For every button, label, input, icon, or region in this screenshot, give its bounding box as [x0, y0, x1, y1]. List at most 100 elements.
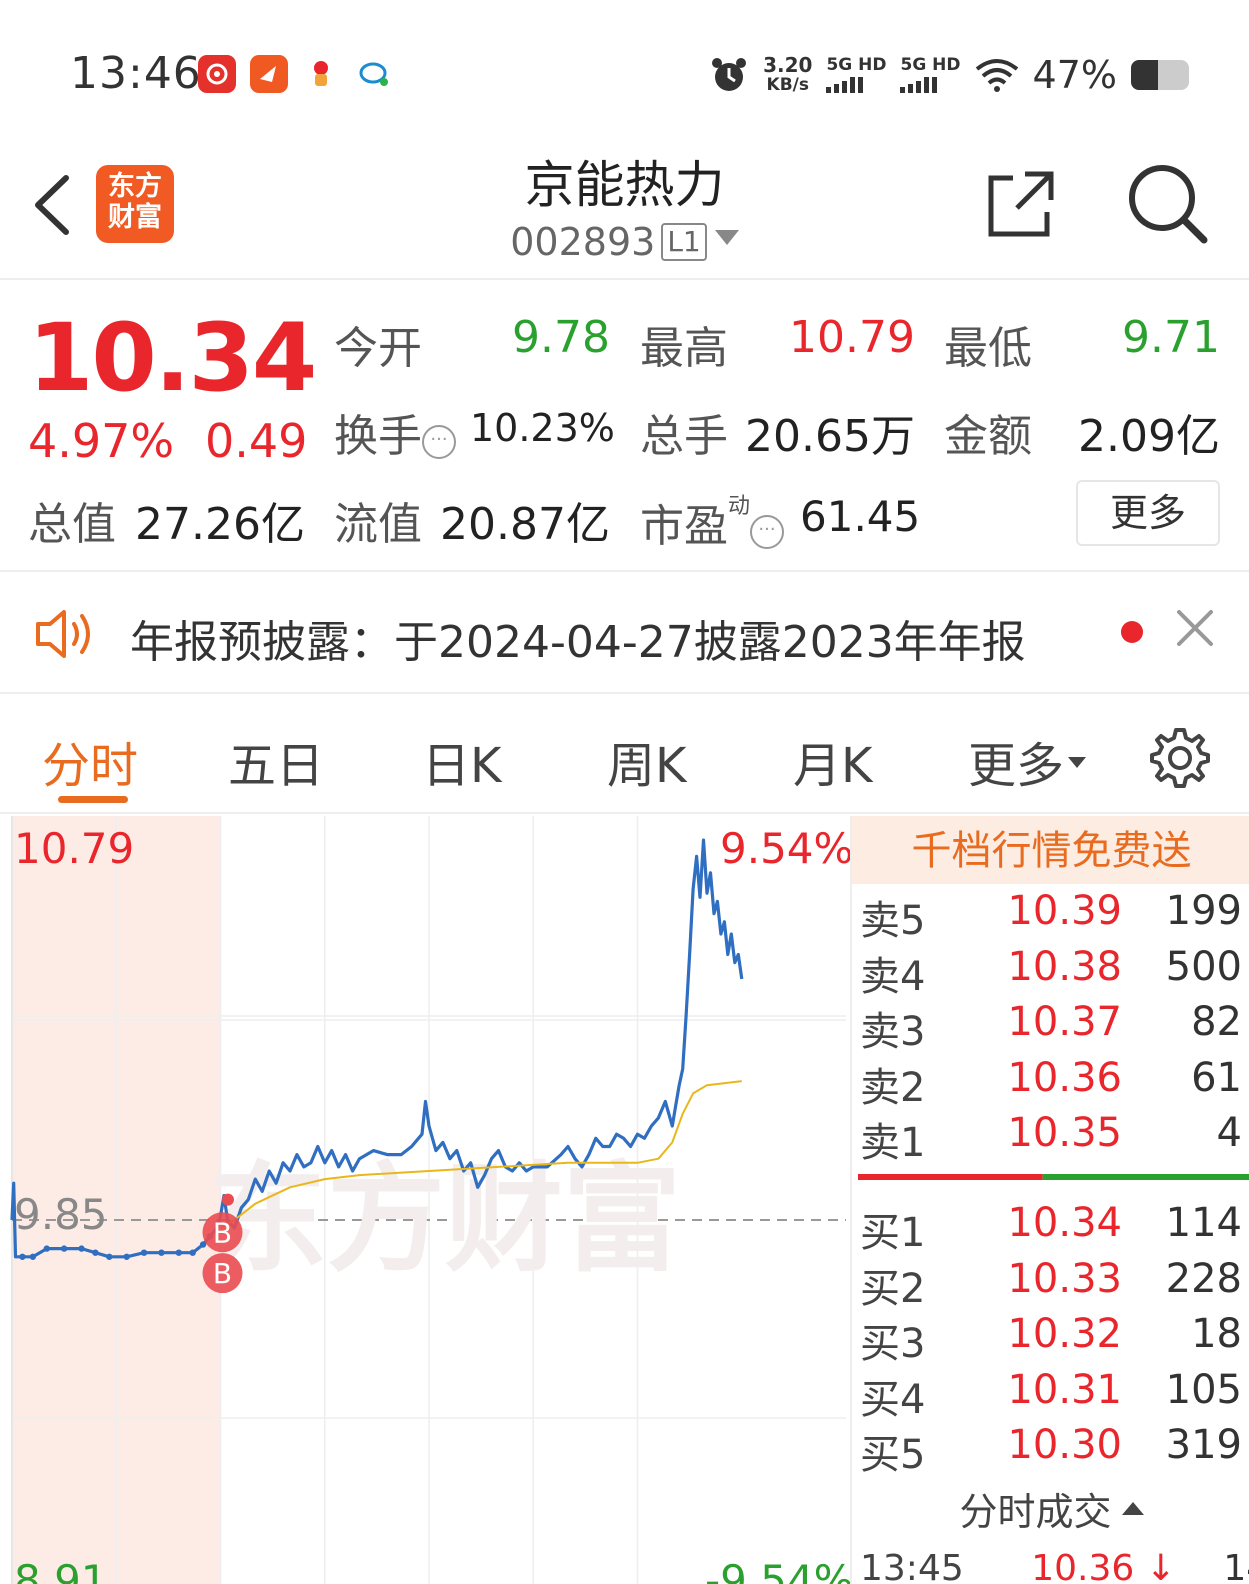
price-dot [140, 1249, 148, 1256]
battery-icon [1131, 60, 1189, 90]
stock-code-row[interactable]: 002893 L1 [0, 220, 1249, 264]
trade-row: 13:45 10.36 ↓ 14 [860, 1548, 1249, 1584]
bid-label: 买4 [860, 1376, 926, 1423]
trade-point-dot [221, 1193, 234, 1206]
buy-ratio-segment [1042, 1174, 1249, 1180]
bid-row[interactable]: 买1 10.34 114 [852, 1200, 1249, 1256]
y-top-pct: 9.54% [720, 824, 854, 873]
change-amount: 0.49 [205, 414, 308, 468]
trade-volume: 14 [1223, 1548, 1249, 1584]
bid-volume: 18 [1191, 1311, 1242, 1357]
buy-marker-label: B [213, 1257, 232, 1290]
amount-label: 金额 [944, 411, 1032, 462]
tab-weekly-k[interactable]: 周K [607, 726, 686, 796]
feishu-icon [250, 55, 288, 93]
high-value: 10.79 [789, 312, 915, 363]
alarm-icon [712, 58, 747, 91]
ask-label: 卖3 [860, 1009, 926, 1055]
turnover-label[interactable]: 换手 ··· [334, 400, 456, 464]
ask-row[interactable]: 卖1 10.35 4 [852, 1110, 1249, 1166]
price-dot [106, 1253, 113, 1260]
price-dot [60, 1245, 68, 1252]
ask-row[interactable]: 卖3 10.37 82 [852, 999, 1249, 1055]
share-icon[interactable] [985, 168, 1057, 240]
buy-marker-label: B [213, 1216, 232, 1249]
price-dot [158, 1249, 165, 1256]
high-label: 最高 [640, 323, 728, 374]
bid-label: 买2 [860, 1265, 926, 1312]
trade-price: 10.36 [1031, 1548, 1135, 1584]
ask-volume: 199 [1165, 888, 1242, 934]
ask-price: 10.39 [1007, 888, 1122, 934]
wifi-icon [975, 59, 1018, 92]
sim1-signal: 5G HD [826, 57, 886, 93]
ask-price: 10.38 [1007, 943, 1122, 990]
network-speed: 3.20 KB/s [763, 53, 813, 95]
search-icon[interactable] [1126, 162, 1208, 244]
ask-price: 10.35 [1007, 1110, 1122, 1156]
low-label: 最低 [944, 323, 1032, 374]
close-icon[interactable] [1175, 608, 1215, 648]
sell-ratio-segment [858, 1174, 1043, 1180]
bid-price: 10.32 [1007, 1311, 1122, 1357]
volume-value: 20.65万 [745, 411, 915, 462]
battery-percent: 47% [1032, 53, 1117, 97]
level-badge: L1 [661, 223, 707, 261]
tab-intraday[interactable]: 分时 [42, 726, 138, 796]
price-dot [29, 1253, 37, 1260]
notice-bar[interactable]: 年报预披露：于2024-04-27披露2023年年报 [0, 574, 1249, 694]
ask-volume: 4 [1216, 1110, 1242, 1156]
y-bottom-pct: -9.54% [705, 1556, 854, 1584]
y-bottom-price: 8.91 [14, 1556, 108, 1584]
collapse-triangle-icon [1121, 1502, 1144, 1515]
bid-volume: 105 [1165, 1366, 1242, 1413]
ask-row[interactable]: 卖2 10.36 61 [852, 1055, 1249, 1111]
ask-row[interactable]: 卖5 10.39 199 [852, 888, 1249, 944]
signal-bars-icon [826, 77, 886, 93]
tab-more[interactable]: 更多 [968, 726, 1087, 796]
price-dot [123, 1253, 130, 1260]
netease-music-icon [198, 55, 236, 93]
pe-label[interactable]: 市盈动··· [640, 488, 785, 554]
bid-volume: 228 [1165, 1255, 1242, 1302]
low-value: 9.71 [1122, 312, 1220, 363]
tab-daily-k[interactable]: 日K [422, 726, 501, 796]
ask-label: 卖4 [860, 953, 926, 1000]
float-label: 流值 [334, 499, 422, 550]
mcap-label: 总值 [28, 499, 116, 550]
stock-header: 东方 财富 京能热力 002893 L1 [0, 130, 1249, 280]
volume-label: 总手 [640, 411, 728, 462]
stock-name: 京能热力 [524, 156, 725, 214]
float-value: 20.87亿 [440, 499, 610, 550]
mascot-icon [302, 55, 340, 93]
info-icon: ··· [750, 515, 785, 549]
bid-volume: 319 [1165, 1422, 1242, 1468]
intraday-chart-svg: 东方财富BB [10, 816, 846, 1584]
gear-icon[interactable] [1148, 726, 1210, 788]
price-dot [19, 1253, 26, 1260]
trade-dir-icon: ↓ [1145, 1548, 1176, 1584]
more-button[interactable]: 更多 [1076, 480, 1220, 546]
change-percent: 4.97% [28, 414, 175, 468]
bid-volume: 114 [1165, 1200, 1242, 1246]
bid-price: 10.30 [1007, 1422, 1122, 1468]
ask-row[interactable]: 卖4 10.38 500 [852, 943, 1249, 1000]
promo-banner[interactable]: 千档行情免费送 [852, 816, 1249, 884]
tab-five-day[interactable]: 五日 [228, 726, 324, 796]
trades-header[interactable]: 分时成交 [852, 1481, 1249, 1536]
bid-row[interactable]: 买3 10.32 18 [852, 1311, 1249, 1367]
status-bar: 13:46 3.20 KB/s 5G HD 5G HD 47% [0, 0, 1249, 150]
status-right: 3.20 KB/s 5G HD 5G HD 47% [709, 50, 1189, 100]
bid-row[interactable]: 买4 10.31 105 [852, 1366, 1249, 1423]
active-tab-indicator [58, 796, 128, 803]
intraday-chart[interactable]: 东方财富 B B 10.79 9.54% 9.85 8.91 -9.54% [0, 816, 854, 1584]
ask-label: 卖2 [860, 1064, 926, 1111]
price-dot [78, 1245, 85, 1252]
notice-text: 年报预披露：于2024-04-27披露2023年年报 [130, 617, 1026, 668]
tab-monthly-k[interactable]: 月K [793, 726, 872, 796]
bid-row[interactable]: 买5 10.30 319 [852, 1422, 1249, 1478]
info-icon: ··· [422, 425, 456, 459]
bid-row[interactable]: 买2 10.33 228 [852, 1255, 1249, 1312]
speaker-icon [36, 610, 90, 658]
chart-tabs: 分时 五日 日K 周K 月K 更多 [0, 696, 1249, 814]
